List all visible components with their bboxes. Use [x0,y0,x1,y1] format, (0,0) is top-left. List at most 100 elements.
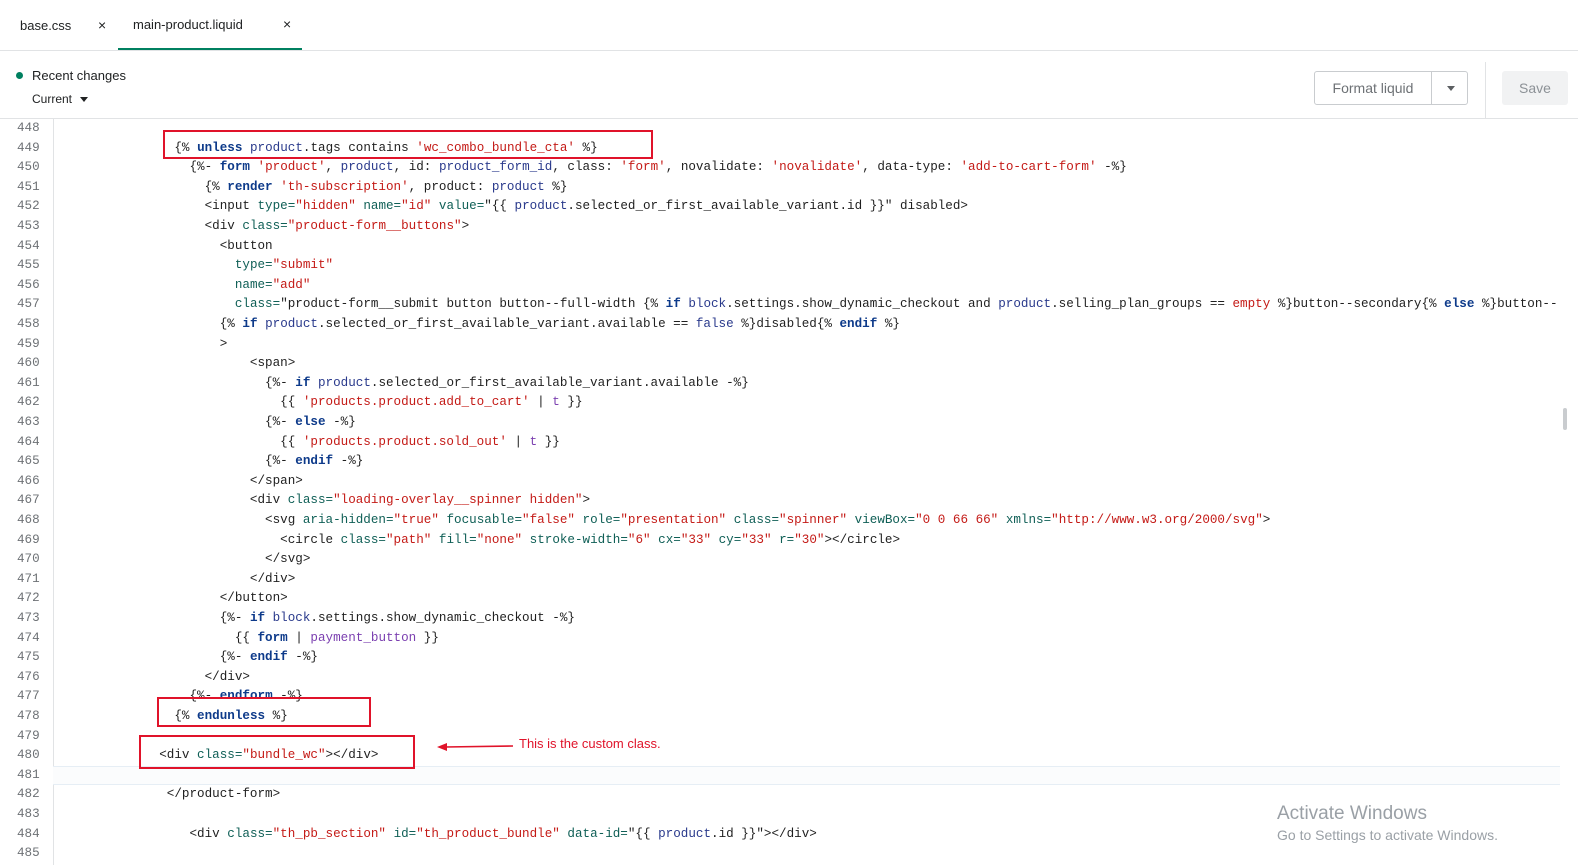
line-number: 466 [17,473,40,488]
code-token: name= [234,277,273,292]
code-line[interactable]: <svg aria-hidden="true" focusable="false… [61,511,1270,531]
code-token: {{ [61,630,258,645]
code-line[interactable]: <button [61,237,273,257]
code-line[interactable]: <span> [61,354,295,374]
code-line[interactable]: {%- endif -%} [61,452,363,472]
code-line[interactable]: </product-form> [61,785,280,805]
code-token: xmlns= [1005,513,1052,527]
code-token: class= [340,532,386,547]
line-number: 475 [17,650,40,665]
watermark-title: Activate Windows [1277,803,1427,824]
code-line[interactable]: <div class="product-form__buttons"> [61,217,470,237]
code-token: </div> [61,669,250,684]
code-token: "th_product_bundle" [416,826,560,841]
code-token: "path" [386,532,432,547]
code-token: {% [61,317,243,331]
format-options-toggle[interactable] [1432,72,1467,104]
code-token: {%- [61,375,296,390]
code-line[interactable]: </span> [61,472,303,492]
code-token: "hidden" [295,199,356,214]
code-token: else [295,415,326,429]
code-line[interactable]: </div> [61,668,250,688]
code-token: 'add-to-cart-form' [960,160,1097,175]
code-line[interactable]: {% if product.selected_or_first_availabl… [61,315,900,335]
code-line[interactable]: </div> [61,570,295,590]
code-line[interactable]: </button> [61,589,288,609]
code-line[interactable]: class="product-form__submit button butto… [61,295,1558,315]
line-number: 480 [17,748,40,763]
code-token: -%} [325,415,356,429]
code-token: "http://www.w3.org/2000/svg" [1051,513,1263,527]
code-token: product [317,375,371,390]
code-token: </product-form> [61,787,281,802]
code-line[interactable]: <div class="loading-overlay__spinner hid… [61,491,590,511]
code-line[interactable]: {%- form 'product', product, id: product… [61,158,1126,178]
arrow-left-icon [437,743,514,751]
code-token: button-- [1497,297,1558,312]
code-token: "none" [476,532,523,547]
code-line[interactable]: <input type="hidden" name="id" value="{{… [61,197,968,217]
format-liquid-button[interactable]: Format liquid [1315,72,1432,104]
code-token: 'th-subscription' [280,179,409,194]
code-token: product [514,199,568,214]
code-token: product [265,317,318,331]
code-token: <div [61,826,228,841]
code-token: {%- [61,650,250,665]
code-token: </div> [61,571,296,586]
code-token: viewBox= [854,513,916,527]
code-line[interactable]: > [61,335,228,355]
code-token: "presentation" [620,513,727,527]
code-token: .id }}" [711,826,764,841]
line-number: 478 [17,709,40,723]
code-token: %} [1270,297,1293,312]
code-line[interactable]: <circle class="path" fill="none" stroke-… [61,531,900,551]
code-token: > [461,219,470,233]
code-token: value= [438,199,485,214]
code-token: </span> [61,473,303,488]
code-token: "submit" [272,258,334,273]
code-token: cx= [658,532,681,547]
version-select[interactable]: Current [32,92,89,106]
line-number: 471 [17,571,40,586]
code-token: , [325,160,341,175]
windows-watermark: Activate Windows Go to Settings to activ… [1277,803,1498,843]
code-line[interactable]: {% render 'th-subscription', product: pr… [61,178,568,198]
code-token: block [688,297,727,312]
line-number: 458 [17,317,40,331]
code-token: 'product' [257,160,326,175]
code-token: "false" [522,513,575,527]
code-line[interactable]: {{ 'products.product.add_to_cart' | t }} [61,393,582,413]
line-number: 461 [17,375,40,390]
code-token: .selling_plan_groups == [1051,297,1233,312]
line-number: 459 [17,336,40,351]
tab-base-css[interactable]: base.css × [20,0,116,50]
close-icon[interactable]: × [283,16,291,32]
code-line[interactable]: {{ form | payment_button }} [61,629,439,649]
code-line[interactable]: <div class="th_pb_section" id="th_produc… [61,825,817,845]
close-icon[interactable]: × [98,17,106,33]
code-line[interactable]: name="add" [61,276,311,296]
code-line[interactable]: {%- endif -%} [61,648,318,668]
code-line[interactable]: type="submit" [61,256,333,276]
watermark-subtitle: Go to Settings to activate Windows. [1277,827,1498,843]
code-token: name= [363,199,402,214]
line-number: 477 [17,689,40,704]
line-number: 448 [17,121,40,135]
save-button[interactable]: Save [1502,71,1568,105]
tab-main-product-liquid[interactable]: main-product.liquid × [118,0,302,50]
code-token: ></div> [763,826,817,841]
code-token: endif [249,650,288,665]
line-number: 474 [17,630,40,645]
code-line[interactable]: {%- if product.selected_or_first_availab… [61,374,749,394]
code-line[interactable]: {%- if block.settings.show_dynamic_check… [61,609,575,629]
code-line[interactable]: {{ 'products.product.sold_out' | t }} [61,433,560,453]
code-token: "id" [401,199,432,214]
scrollbar-thumb[interactable] [1563,408,1567,430]
vertical-scrollbar[interactable] [1562,119,1570,865]
code-line[interactable]: {%- else -%} [61,413,356,433]
code-token: | [506,434,530,449]
code-line[interactable]: </svg> [61,550,310,570]
